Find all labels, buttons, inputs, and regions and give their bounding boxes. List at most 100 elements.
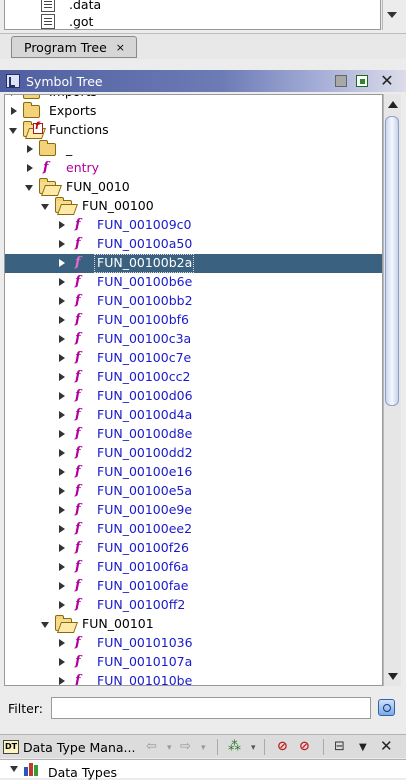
archive-icon[interactable]: ⁂ <box>228 739 241 754</box>
expand-arrow-icon[interactable] <box>59 221 65 229</box>
expand-arrow-icon[interactable] <box>59 240 65 248</box>
collapse-arrow-icon[interactable] <box>41 204 49 210</box>
tree-node-function[interactable]: f FUN_00100f6a <box>5 558 382 577</box>
tab-close-icon[interactable]: × <box>116 41 125 54</box>
tree-node-function[interactable]: f FUN_00100f26 <box>5 539 382 558</box>
tree-node-underscore[interactable]: _ <box>5 140 382 159</box>
scroll-down-arrow-icon[interactable] <box>387 12 397 18</box>
tree-node-function[interactable]: f FUN_00100cc2 <box>5 368 382 387</box>
menu-dropdown-icon[interactable]: ▼ <box>359 742 367 753</box>
data-type-tree[interactable]: Data Types <box>0 759 406 780</box>
tree-node-fun-00100[interactable]: FUN_00100 <box>5 197 382 216</box>
symbol-tree-icon <box>6 74 20 88</box>
tree-node-function[interactable]: f FUN_00100ff2 <box>5 596 382 615</box>
expand-arrow-icon[interactable] <box>59 392 65 400</box>
symbol-tree-scrollbar[interactable] <box>383 94 401 686</box>
expand-arrow-icon[interactable] <box>59 278 65 286</box>
tree-node-entry[interactable]: f entry <box>5 159 382 178</box>
expand-arrow-icon[interactable] <box>59 506 65 514</box>
tree-node-label: FUN_00100e5a <box>97 483 193 498</box>
expand-arrow-icon[interactable] <box>27 145 33 153</box>
tree-node-function[interactable]: f FUN_00100e9e <box>5 501 382 520</box>
expand-arrow-icon[interactable] <box>10 766 18 772</box>
tree-node-function[interactable]: f FUN_00100b6e <box>5 273 382 292</box>
tree-node-function[interactable]: f FUN_00100a50 <box>5 235 382 254</box>
tree-node-function[interactable]: f FUN_00100e16 <box>5 463 382 482</box>
create-namespace-button[interactable] <box>333 73 349 89</box>
tree-node-function[interactable]: f FUN_00101036 <box>5 634 382 653</box>
function-icon: f <box>75 369 81 384</box>
expand-arrow-icon[interactable] <box>59 677 65 685</box>
expand-arrow-icon[interactable] <box>59 563 65 571</box>
export-tree-button[interactable] <box>354 73 370 89</box>
expand-arrow-icon[interactable] <box>59 449 65 457</box>
tree-node-function[interactable]: f FUN_00100c7e <box>5 349 382 368</box>
tree-node-function[interactable]: f FUN_00100e5a <box>5 482 382 501</box>
collapse-arrow-icon[interactable] <box>25 185 33 191</box>
program-tree-item-got[interactable]: .got <box>41 13 93 30</box>
tree-node-fun-00101[interactable]: FUN_00101 <box>5 615 382 634</box>
tree-node-exports[interactable]: Exports <box>5 102 382 121</box>
tree-node-function[interactable]: f FUN_001009c0 <box>5 216 382 235</box>
tree-node-function[interactable]: f FUN_00100ee2 <box>5 520 382 539</box>
back-dropdown-icon[interactable]: ▾ <box>167 743 172 753</box>
tree-node-function[interactable]: f FUN_00100bf6 <box>5 311 382 330</box>
tree-node-function[interactable]: f FUN_00100bb2 <box>5 292 382 311</box>
expand-arrow-icon[interactable] <box>11 107 17 115</box>
tree-node-function[interactable]: f FUN_00100b2a <box>5 254 382 273</box>
tree-node-function[interactable]: f FUN_00100fae <box>5 577 382 596</box>
scrollbar-thumb[interactable] <box>385 116 399 406</box>
expand-arrow-icon[interactable] <box>59 468 65 476</box>
expand-arrow-icon[interactable] <box>27 164 33 172</box>
expand-arrow-icon[interactable] <box>59 259 65 267</box>
symbol-tree-view[interactable]: Imports Exports Functions _f entry FUN_0010 FU… <box>4 94 383 686</box>
tree-node-function[interactable]: f FUN_00100d8e <box>5 425 382 444</box>
tab-label: Program Tree <box>24 39 107 55</box>
collapse-all-icon[interactable]: ⊟ <box>334 739 345 754</box>
filter-arrays-icon[interactable]: ⊘ <box>277 739 288 754</box>
tree-node-label: FUN_00100c3a <box>97 331 192 346</box>
collapse-arrow-icon[interactable] <box>9 128 17 134</box>
tree-node-imports[interactable]: Imports <box>5 95 382 102</box>
archive-dropdown-icon[interactable]: ▾ <box>251 743 256 753</box>
expand-arrow-icon[interactable] <box>59 601 65 609</box>
scroll-down-arrow-icon[interactable] <box>388 673 398 680</box>
expand-arrow-icon[interactable] <box>59 487 65 495</box>
tree-node-function[interactable]: f FUN_00100d06 <box>5 387 382 406</box>
expand-arrow-icon[interactable] <box>59 658 65 666</box>
expand-arrow-icon[interactable] <box>59 411 65 419</box>
filter-pointers-icon[interactable]: ⊘ <box>299 739 310 754</box>
expand-arrow-icon[interactable] <box>59 544 65 552</box>
filter-input[interactable] <box>51 697 371 719</box>
close-symbol-tree-button[interactable]: ✕ <box>379 73 395 89</box>
tab-program-tree[interactable]: Program Tree × <box>11 36 137 58</box>
expand-arrow-icon[interactable] <box>59 335 65 343</box>
forward-arrow-icon[interactable]: ⇨ <box>180 739 191 754</box>
expand-arrow-icon[interactable] <box>59 430 65 438</box>
expand-arrow-icon[interactable] <box>59 373 65 381</box>
expand-arrow-icon[interactable] <box>59 354 65 362</box>
tree-node-functions[interactable]: Functions <box>5 121 382 140</box>
scroll-up-arrow-icon[interactable] <box>388 101 398 108</box>
expand-arrow-icon[interactable] <box>11 95 17 96</box>
expand-arrow-icon[interactable] <box>59 639 65 647</box>
tree-node-function[interactable]: f FUN_00100c3a <box>5 330 382 349</box>
tree-node-function[interactable]: f FUN_00100dd2 <box>5 444 382 463</box>
expand-arrow-icon[interactable] <box>59 297 65 305</box>
tree-node-function[interactable]: f FUN_0010107a <box>5 653 382 672</box>
filter-options-icon[interactable] <box>378 699 395 716</box>
collapse-arrow-icon[interactable] <box>41 622 49 628</box>
tab-data-type-manager[interactable]: DT Data Type Mana... <box>3 737 135 757</box>
expand-arrow-icon[interactable] <box>59 525 65 533</box>
back-arrow-icon[interactable]: ⇦ <box>146 739 157 754</box>
forward-dropdown-icon[interactable]: ▾ <box>201 743 206 753</box>
tree-node-fun-0010[interactable]: FUN_0010 <box>5 178 382 197</box>
tree-node-function[interactable]: f FUN_001010be <box>5 672 382 685</box>
program-tree-scrollbar[interactable] <box>382 0 400 30</box>
close-data-type-manager-button[interactable]: ✕ <box>380 737 393 755</box>
expand-arrow-icon[interactable] <box>59 316 65 324</box>
function-icon: f <box>75 654 81 669</box>
expand-arrow-icon[interactable] <box>59 582 65 590</box>
program-tree-item-data[interactable]: .data <box>41 0 101 13</box>
tree-node-function[interactable]: f FUN_00100d4a <box>5 406 382 425</box>
